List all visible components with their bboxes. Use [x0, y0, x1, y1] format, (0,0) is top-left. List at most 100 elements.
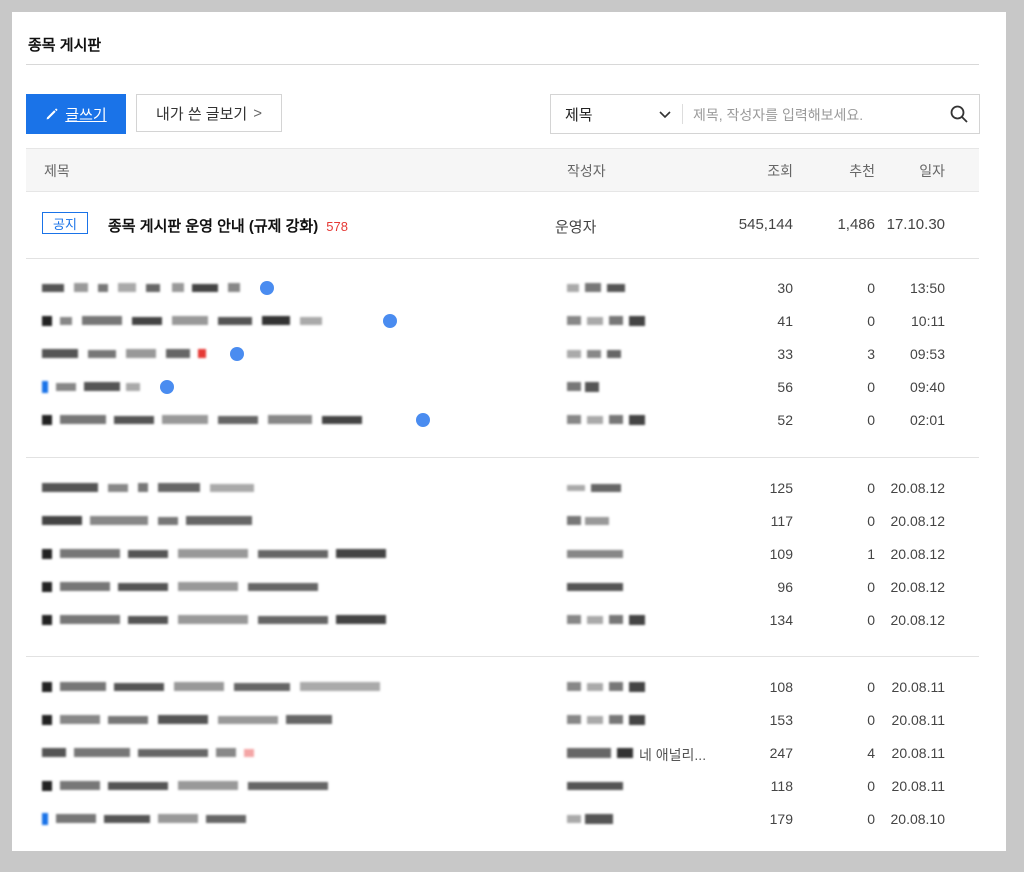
recommend: 0	[867, 778, 875, 794]
header-title: 제목	[44, 163, 70, 179]
table-row[interactable]: 109 1 20.08.12	[26, 538, 979, 571]
redacted-title[interactable]	[42, 678, 402, 696]
recommend: 0	[867, 579, 875, 595]
redacted-title[interactable]	[42, 378, 162, 396]
table-row[interactable]: 33 3 09:53	[26, 338, 979, 371]
recommend: 1	[867, 546, 875, 562]
redacted-title[interactable]	[42, 545, 402, 563]
table-row[interactable]: 30 0 13:50	[26, 272, 979, 305]
redacted-author	[567, 516, 609, 525]
date: 20.08.12	[890, 579, 946, 595]
post-group-today: 30 0 13:50 41 0 10:11 33 3 09:53 56 0 09…	[26, 259, 979, 458]
search-box: 제목	[550, 94, 980, 134]
redacted-author	[567, 615, 645, 625]
views: 117	[770, 513, 793, 529]
redacted-title[interactable]	[42, 578, 362, 596]
redacted-title[interactable]	[42, 345, 232, 363]
redacted-title[interactable]	[42, 512, 272, 530]
redacted-author	[567, 484, 621, 492]
header-views: 조회	[767, 163, 793, 179]
redacted-author	[567, 550, 623, 558]
title-divider	[26, 64, 979, 65]
notice-row[interactable]: 공지 종목 게시판 운영 안내 (규제 강화) 578 운영자 545,144 1…	[26, 192, 979, 259]
camera-icon	[260, 281, 274, 295]
date: 20.08.11	[891, 745, 945, 761]
views: 33	[777, 346, 793, 362]
recommend: 4	[867, 745, 875, 761]
camera-icon	[416, 413, 430, 427]
table-row[interactable]: 96 0 20.08.12	[26, 571, 979, 604]
redacted-title[interactable]	[42, 777, 362, 795]
table-row[interactable]: 41 0 10:11	[26, 305, 979, 338]
recommend: 0	[867, 679, 875, 695]
views: 125	[769, 480, 793, 496]
table-row[interactable]: 117 0 20.08.12	[26, 505, 979, 538]
notice-recommend: 1,486	[837, 216, 875, 233]
board-title: 종목 게시판	[28, 37, 102, 54]
date: 13:50	[909, 280, 945, 296]
camera-icon	[383, 314, 397, 328]
table-row[interactable]: 125 0 20.08.12	[26, 472, 979, 505]
camera-icon	[160, 380, 174, 394]
header-recommend: 추천	[849, 163, 875, 179]
write-button[interactable]: 글쓰기	[26, 94, 126, 134]
recommend: 0	[867, 480, 875, 496]
recommend: 0	[867, 412, 875, 428]
date: 20.08.12	[890, 480, 946, 496]
redacted-title[interactable]	[42, 279, 282, 297]
redacted-author	[567, 283, 625, 292]
search-icon[interactable]	[949, 104, 969, 124]
views: 96	[777, 579, 793, 595]
date: 20.08.12	[890, 612, 946, 628]
table-row[interactable]: 52 0 02:01	[26, 404, 979, 437]
table-row[interactable]: 118 0 20.08.11	[26, 770, 979, 803]
recommend: 0	[867, 513, 875, 529]
table-row[interactable]: 179 0 20.08.10	[26, 803, 979, 836]
header-date: 일자	[919, 163, 945, 179]
redacted-author	[567, 682, 645, 692]
table-row[interactable]: 56 0 09:40	[26, 371, 979, 404]
my-posts-button[interactable]: 내가 쓴 글보기 >	[136, 94, 282, 132]
header-author: 작성자	[567, 163, 606, 179]
redacted-title[interactable]	[42, 744, 282, 762]
notice-date: 17.10.30	[886, 216, 945, 233]
redacted-title[interactable]	[42, 312, 372, 330]
notice-author: 운영자	[555, 219, 597, 236]
recommend: 0	[867, 612, 875, 628]
recommend: 0	[867, 313, 875, 329]
table-header: 제목 작성자 조회 추천 일자	[26, 148, 979, 192]
redacted-author	[567, 350, 621, 358]
views: 118	[770, 778, 793, 794]
chevron-right-icon: >	[253, 104, 262, 122]
recommend: 3	[867, 346, 875, 362]
post-group-0812: 125 0 20.08.12 117 0 20.08.12 109 1 20.0…	[26, 458, 979, 657]
table-row[interactable]: 134 0 20.08.12	[26, 604, 979, 637]
board-panel: 종목 게시판 글쓰기 내가 쓴 글보기 > 제목 제목 작성자 조회 추천 일자	[12, 12, 1006, 851]
notice-title-link[interactable]: 종목 게시판 운영 안내 (규제 강화) 578	[108, 215, 348, 236]
views: 134	[769, 612, 793, 628]
date: 09:53	[909, 346, 945, 362]
table-row[interactable]: 153 0 20.08.11	[26, 704, 979, 737]
redacted-author	[567, 814, 613, 824]
date: 02:01	[909, 412, 945, 428]
table-row[interactable]: 네 애널리... 247 4 20.08.11	[26, 737, 979, 770]
table-row[interactable]: 108 0 20.08.11	[26, 671, 979, 704]
views: 108	[769, 679, 793, 695]
redacted-title[interactable]	[42, 711, 342, 729]
notice-views: 545,144	[738, 216, 793, 233]
redacted-title[interactable]	[42, 411, 402, 429]
recommend: 0	[867, 379, 875, 395]
date: 20.08.11	[891, 679, 945, 695]
author-text: 네 애널리...	[639, 747, 707, 763]
search-input[interactable]	[691, 99, 931, 131]
views: 153	[769, 712, 793, 728]
redacted-author	[567, 583, 623, 591]
search-divider	[682, 104, 683, 124]
notice-badge: 공지	[42, 212, 88, 234]
pencil-icon	[46, 108, 58, 120]
recommend: 0	[867, 712, 875, 728]
redacted-title[interactable]	[42, 479, 282, 497]
redacted-title[interactable]	[42, 611, 402, 629]
redacted-title[interactable]	[42, 810, 262, 828]
search-field-select[interactable]: 제목	[551, 95, 681, 133]
